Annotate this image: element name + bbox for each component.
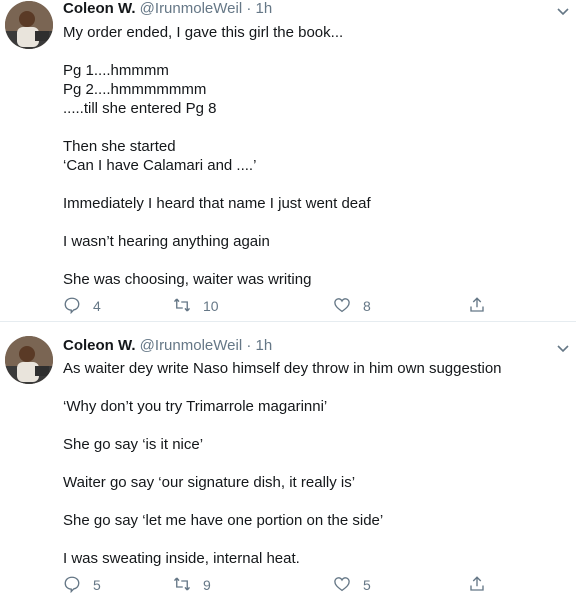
avatar[interactable] <box>5 1 53 49</box>
share-icon <box>468 296 486 317</box>
heart-icon <box>333 296 351 317</box>
tweet-actions: 5 9 5 <box>63 575 493 595</box>
reply-icon <box>63 575 81 596</box>
like-button[interactable]: 8 <box>333 296 371 316</box>
retweet-count: 10 <box>203 298 219 314</box>
tweet-line: Then she started <box>63 138 176 155</box>
tweet-actions: 4 10 8 <box>63 296 493 316</box>
tweet-line: As waiter dey write Naso himself dey thr… <box>63 360 502 377</box>
tweet-line <box>63 530 568 549</box>
author-handle[interactable]: @IrunmoleWeil <box>140 337 242 354</box>
tweet-line <box>63 213 568 232</box>
retweet-button[interactable]: 9 <box>173 575 211 595</box>
separator: · <box>246 337 252 354</box>
reply-button[interactable]: 4 <box>63 296 101 316</box>
retweet-count: 9 <box>203 577 211 593</box>
tweet-line: Pg 2....hmmmmmmm <box>63 81 207 98</box>
tweet-line: .....till she entered Pg 8 <box>63 100 217 117</box>
tweet-line: Waiter go say ‘our signature dish, it re… <box>63 474 356 491</box>
avatar[interactable] <box>5 336 53 384</box>
chevron-down-icon[interactable] <box>556 4 570 16</box>
separator: · <box>246 0 252 17</box>
like-count: 5 <box>363 577 371 593</box>
heart-icon <box>333 575 351 596</box>
reply-count: 4 <box>93 298 101 314</box>
author-name[interactable]: Coleon W. <box>63 337 136 354</box>
tweet-line <box>63 378 568 397</box>
tweet-header: Coleon W. @IrunmoleWeil · 1h <box>63 0 272 18</box>
retweet-icon <box>173 575 191 596</box>
tweet-line: I wasn’t hearing anything again <box>63 233 270 250</box>
reply-icon <box>63 296 81 317</box>
tweet-line <box>63 118 568 137</box>
timestamp[interactable]: 1h <box>256 337 273 354</box>
tweet-text: As waiter dey write Naso himself dey thr… <box>63 359 568 568</box>
retweet-icon <box>173 296 191 317</box>
like-count: 8 <box>363 298 371 314</box>
tweet[interactable]: Coleon W. @IrunmoleWeil · 1h My order en… <box>0 0 576 322</box>
author-handle[interactable]: @IrunmoleWeil <box>140 0 242 17</box>
tweet-line: My order ended, I gave this girl the boo… <box>63 24 344 41</box>
tweet-line: She was choosing, waiter was writing <box>63 271 312 288</box>
tweet-line: Immediately I heard that name I just wen… <box>63 195 371 212</box>
tweet-line <box>63 42 568 61</box>
chevron-down-icon[interactable] <box>556 341 570 353</box>
share-icon <box>468 575 486 596</box>
reply-button[interactable]: 5 <box>63 575 101 595</box>
share-button[interactable] <box>468 296 486 316</box>
tweet-line: ‘Can I have Calamari and ....’ <box>63 157 257 174</box>
tweet-line <box>63 175 568 194</box>
like-button[interactable]: 5 <box>333 575 371 595</box>
tweet-line: She go say ‘is it nice’ <box>63 436 204 453</box>
tweet-line: She go say ‘let me have one portion on t… <box>63 512 384 529</box>
timestamp[interactable]: 1h <box>256 0 273 17</box>
retweet-button[interactable]: 10 <box>173 296 219 316</box>
reply-count: 5 <box>93 577 101 593</box>
tweet-line <box>63 492 568 511</box>
tweet-line: I was sweating inside, internal heat. <box>63 550 300 567</box>
share-button[interactable] <box>468 575 486 595</box>
tweet-line: Pg 1....hmmmm <box>63 62 169 79</box>
tweet-line <box>63 251 568 270</box>
author-name[interactable]: Coleon W. <box>63 0 136 17</box>
tweet-text: My order ended, I gave this girl the boo… <box>63 23 568 289</box>
tweet-line <box>63 454 568 473</box>
tweet-line: ‘Why don’t you try Trimarrole magarinni’ <box>63 398 328 415</box>
tweet[interactable]: Coleon W. @IrunmoleWeil · 1h As waiter d… <box>0 323 576 602</box>
tweet-header: Coleon W. @IrunmoleWeil · 1h <box>63 337 272 355</box>
tweet-line <box>63 416 568 435</box>
